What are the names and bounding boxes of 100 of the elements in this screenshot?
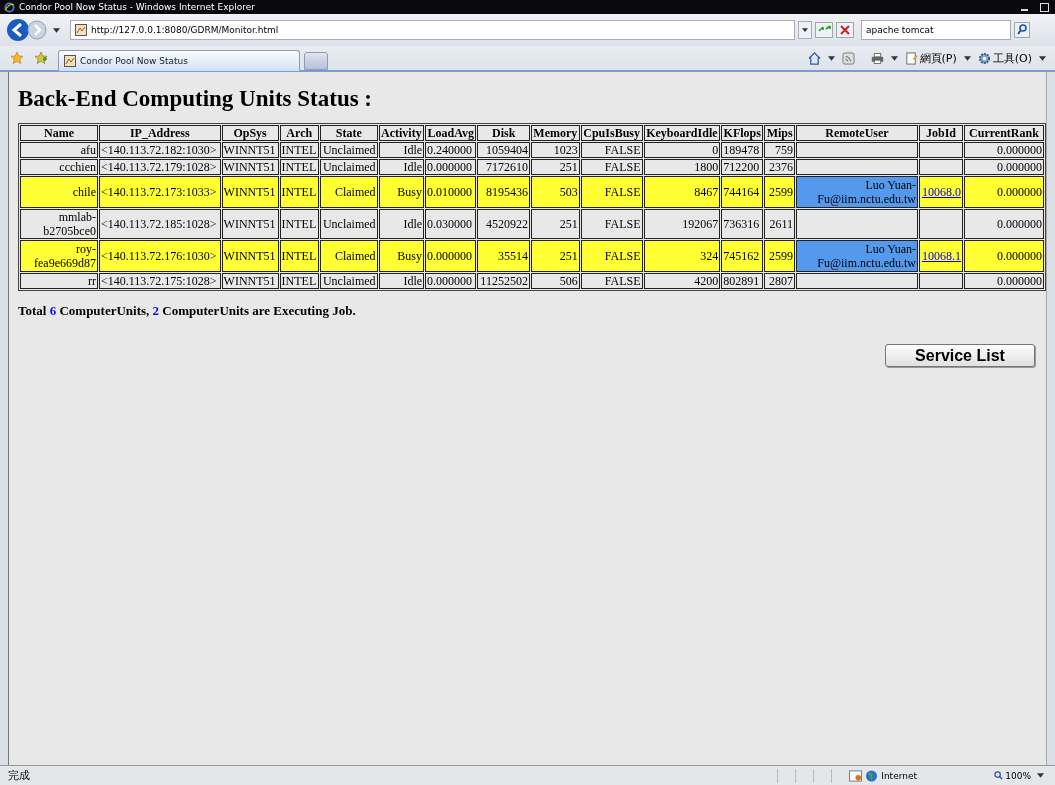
table-cell: INTEL (279, 142, 319, 158)
favorites-star-icon[interactable] (10, 51, 24, 65)
table-cell: INTEL (279, 240, 319, 272)
table-cell: rr (20, 273, 98, 289)
table-cell: Idle (378, 142, 425, 158)
magnifier-icon (994, 771, 1004, 780)
table-cell: 0.000000 (964, 273, 1044, 289)
table-cell: 251 (530, 159, 580, 175)
table-cell: 8467 (643, 176, 721, 208)
column-header: IP_Address (99, 125, 221, 141)
column-header: Memory (530, 125, 580, 141)
job-id-link[interactable]: 10068.1 (922, 249, 961, 263)
caret-icon[interactable] (53, 27, 60, 33)
table-cell: WINNT51 (221, 159, 279, 175)
table-cell: WINNT51 (221, 176, 279, 208)
table-cell: <140.113.72.185:1028> (99, 209, 221, 239)
table-cell: 0.000000 (964, 176, 1044, 208)
table-cell: Unclaimed (319, 209, 378, 239)
security-zone: Internet (881, 770, 918, 781)
stop-button[interactable] (836, 22, 854, 38)
table-cell: FALSE (580, 209, 643, 239)
page-icon (64, 54, 76, 67)
column-header: KFlops (721, 125, 764, 141)
table-cell: <140.113.72.175:1028> (99, 273, 221, 289)
table-cell: chile (20, 176, 98, 208)
search-field[interactable]: apache tomcat (861, 20, 1011, 40)
add-favorite-icon[interactable] (34, 51, 48, 65)
page-menu[interactable]: 網頁(P) (904, 50, 957, 66)
job-id-link[interactable]: 10068.0 (922, 185, 961, 199)
table-cell: FALSE (580, 176, 643, 208)
table-cell: WINNT51 (221, 142, 279, 158)
status-text: 完成 (8, 768, 30, 783)
caret-icon[interactable] (827, 55, 835, 61)
table-cell: mmlab-b2705bce0 (20, 209, 98, 239)
feed-icon[interactable] (841, 51, 855, 65)
table-cell: 2599 (764, 176, 795, 208)
table-cell: 736316 (721, 209, 764, 239)
table-cell: 0.030000 (425, 209, 477, 239)
search-button[interactable] (1014, 22, 1030, 38)
dropdown-button[interactable] (798, 21, 812, 39)
tools-menu[interactable]: 工具(O) (977, 50, 1032, 66)
column-header: Activity (378, 125, 425, 141)
globe-icon (865, 769, 879, 782)
browser-tab[interactable]: Condor Pool Now Status (58, 49, 300, 71)
table-cell: 506 (530, 273, 580, 289)
table-cell: Busy (378, 176, 425, 208)
column-header: State (319, 125, 378, 141)
table-cell: 11252502 (477, 273, 530, 289)
caret-icon[interactable] (1039, 55, 1046, 61)
table-cell: <140.113.72.179:1028> (99, 159, 221, 175)
service-list-button[interactable]: Service List (885, 344, 1035, 367)
protected-mode-icon (849, 769, 863, 782)
print-icon[interactable] (870, 51, 884, 65)
table-cell: FALSE (580, 273, 643, 289)
caret-icon[interactable] (963, 55, 971, 61)
table-cell: 7172610 (477, 159, 530, 175)
table-cell: FALSE (580, 159, 643, 175)
table-cell: 0.000000 (964, 209, 1044, 239)
table-cell: 802891 (721, 273, 764, 289)
table-cell: 192067 (643, 209, 721, 239)
caret-icon[interactable] (1037, 773, 1044, 778)
table-cell: 4200 (643, 273, 721, 289)
table-cell (919, 142, 963, 158)
table-cell: <140.113.72.182:1030> (99, 142, 221, 158)
table-cell: Busy (378, 240, 425, 272)
table-cell: 0.000000 (964, 240, 1044, 272)
page-heading: Back-End Computing Units Status : (18, 86, 374, 112)
column-header: Mips (764, 125, 795, 141)
table-cell: 759 (764, 142, 795, 158)
table-cell: roy-fea9e669d87 (20, 240, 98, 272)
minimize-button[interactable] (1021, 8, 1028, 11)
table-cell: FALSE (580, 142, 643, 158)
table-cell: INTEL (279, 209, 319, 239)
table-cell: 8195436 (477, 176, 530, 208)
column-header: Disk (477, 125, 530, 141)
table-cell: 324 (643, 240, 721, 272)
table-cell: 1800 (643, 159, 721, 175)
table-cell: 745162 (721, 240, 764, 272)
table-cell: 35514 (477, 240, 530, 272)
gear-icon (977, 51, 991, 65)
home-icon[interactable] (807, 51, 821, 65)
table-cell: 744164 (721, 176, 764, 208)
table-cell: Unclaimed (319, 273, 378, 289)
table-cell: 1059404 (477, 142, 530, 158)
forward-button[interactable] (27, 20, 47, 40)
restore-button[interactable] (1040, 2, 1049, 12)
table-cell: INTEL (279, 273, 319, 289)
table-cell: 0 (643, 142, 721, 158)
browser-logo-icon (4, 1, 15, 13)
caret-icon (802, 28, 808, 32)
caret-icon[interactable] (890, 55, 898, 61)
table-cell: WINNT51 (221, 240, 279, 272)
table-cell: Idle (378, 209, 425, 239)
table-cell: 0.000000 (964, 142, 1044, 158)
address-field[interactable]: http://127.0.0.1:8080/GDRM/Monitor.html (70, 20, 795, 40)
table-cell: 2376 (764, 159, 795, 175)
table-cell: 0.010000 (425, 176, 477, 208)
zoom-level[interactable]: 100% (994, 770, 1031, 781)
table-cell: 189478 (721, 142, 764, 158)
back-button[interactable] (6, 18, 30, 42)
